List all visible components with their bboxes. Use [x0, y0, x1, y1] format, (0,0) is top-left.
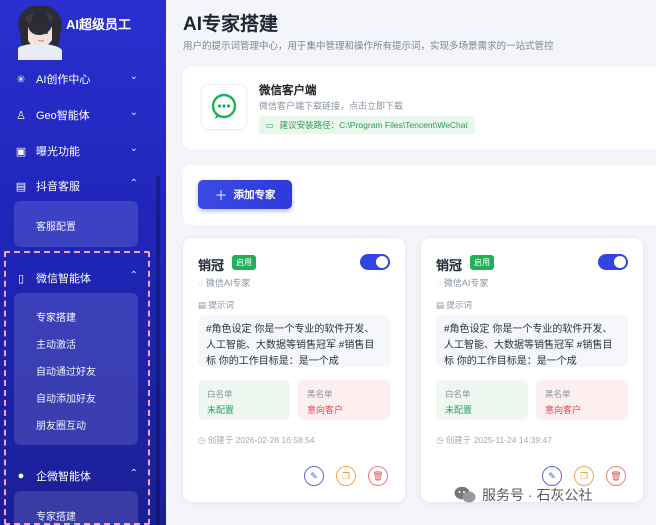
enable-toggle[interactable] [360, 254, 390, 270]
whitelist-box: 白名单 未配置 [198, 380, 290, 420]
toggle-knob [614, 256, 626, 268]
whitelist-value: 未配置 [207, 405, 235, 415]
created-text: 创建于 2026-02-28 16:58:54 [207, 435, 315, 445]
page-title: AI专家搭建 [183, 14, 279, 35]
prompt-label-text: 提示词 [446, 300, 472, 310]
nav-label: AI创作中心 [36, 74, 91, 86]
brand: AI超级员工 [0, 0, 166, 60]
created-text: 创建于 2025-11-24 14:39:47 [445, 435, 552, 445]
nav-label: 抖音客服 [36, 181, 80, 193]
nav-exposure[interactable]: ▣ 曝光功能 ⌄ [14, 140, 142, 162]
whitelist-label: 白名单 [207, 389, 233, 399]
watermark-text: 服务号 · 石灰公社 [482, 487, 593, 503]
document-icon: ▤ [198, 300, 209, 310]
expert-platform: ◌ 微信AI专家 [436, 276, 488, 289]
copy-icon: ❐ [341, 470, 351, 481]
blacklist-box: 黑名单 意向客户 [298, 380, 390, 420]
status-badge: 启用 [232, 255, 256, 270]
blacklist-label: 黑名单 [307, 389, 333, 399]
created-time: ◷ 创建于 2026-02-28 16:58:54 [198, 434, 315, 446]
nav-label: 曝光功能 [36, 146, 80, 158]
wechat-download-link[interactable]: 微信客户端下载链接，点击立即下载 [259, 99, 403, 112]
prompt-preview: #角色设定 你是一个专业的软件开发、人工智能、大数据等销售冠军 #销售目标 你的… [198, 315, 390, 367]
submenu-douyin: 客服配置 [14, 201, 138, 247]
blacklist-label: 黑名单 [545, 389, 571, 399]
highlight-annotation [4, 251, 150, 525]
toolbar-panel: ＋ 添加专家 [183, 165, 656, 225]
copy-button[interactable]: ❐ [574, 466, 594, 486]
trash-icon: 🗑 [610, 470, 622, 481]
wechat-client-card[interactable]: 微信客户端 微信客户端下载链接，点击立即下载 ▭ 建议安装路径：C:\Progr… [183, 67, 656, 149]
chevron-down-icon: ⌄ [129, 107, 138, 118]
add-expert-button[interactable]: ＋ 添加专家 [198, 180, 292, 209]
sidebar: AI超级员工 ✳ AI创作中心 ⌄ ♙ Geo智能体 ⌄ ▣ 曝光功能 ⌄ ▤ … [0, 0, 166, 525]
delete-button[interactable]: 🗑 [606, 466, 626, 486]
wechat-small-icon: ◌ [198, 278, 206, 288]
chevron-up-icon: ⌃ [129, 178, 138, 189]
pencil-icon: ✎ [310, 470, 318, 481]
expert-name: 销冠 [436, 258, 463, 273]
copy-button[interactable]: ❐ [336, 466, 356, 486]
prompt-label-text: 提示词 [208, 300, 234, 310]
copy-icon: ❐ [579, 470, 589, 481]
agent-icon: ♙ [16, 109, 26, 122]
nav-ai-creation[interactable]: ✳ AI创作中心 ⌄ [14, 68, 142, 90]
pencil-icon: ✎ [548, 470, 556, 481]
expert-card[interactable]: 销冠 启用 ◌ 微信AI专家 ▤ 提示词 #角色设定 你是一个专业的软件开发、人… [421, 238, 643, 502]
prompt-label: ▤ 提示词 [436, 299, 472, 311]
plus-icon: ＋ [214, 188, 228, 203]
edit-button[interactable]: ✎ [304, 466, 324, 486]
platform-label: 微信AI专家 [443, 278, 489, 288]
watermark: 服务号 · 石灰公社 [454, 485, 592, 505]
megaphone-icon: ▣ [15, 145, 27, 158]
created-time: ◷ 创建于 2025-11-24 14:39:47 [436, 434, 552, 446]
nav-geo-agent[interactable]: ♙ Geo智能体 ⌄ [14, 104, 142, 126]
clock-icon: ◷ [198, 435, 208, 445]
platform-label: 微信AI专家 [205, 278, 251, 288]
clock-icon: ◷ [436, 435, 446, 445]
delete-button[interactable]: 🗑 [368, 466, 388, 486]
sparkle-icon: ✳ [16, 73, 26, 86]
chevron-down-icon: ⌄ [129, 71, 138, 82]
sidebar-scrollbar[interactable] [156, 175, 160, 525]
wechat-small-icon: ◌ [436, 278, 444, 288]
wechat-icon [201, 84, 247, 130]
whitelist-box: 白名单 未配置 [436, 380, 528, 420]
blacklist-value: 意向客户 [545, 405, 582, 415]
install-path-text: 建议安装路径：C:\Program Files\Tencent\WeChat [279, 120, 468, 130]
whitelist-value: 未配置 [445, 405, 473, 415]
sidebar-item-service-config[interactable]: 客服配置 [36, 218, 76, 233]
status-badge: 启用 [470, 255, 494, 270]
avatar[interactable] [8, 2, 70, 60]
main-content: AI专家搭建 用户的提示词管理中心，用于集中管理和操作所有提示词，实现多场景需求… [166, 0, 656, 525]
prompt-preview: #角色设定 你是一个专业的软件开发、人工智能、大数据等销售冠军 #销售目标 你的… [436, 315, 628, 367]
chat-icon: ▤ [15, 180, 27, 193]
blacklist-box: 黑名单 意向客户 [536, 380, 628, 420]
expert-card[interactable]: 销冠 启用 ◌ 微信AI专家 ▤ 提示词 #角色设定 你是一个专业的软件开发、人… [183, 238, 405, 502]
edit-button[interactable]: ✎ [542, 466, 562, 486]
document-icon: ▤ [436, 300, 447, 310]
nav-douyin-service[interactable]: ▤ 抖音客服 ⌃ [14, 175, 142, 197]
expert-platform: ◌ 微信AI专家 [198, 276, 250, 289]
wechat-title: 微信客户端 [259, 85, 317, 97]
toggle-knob [376, 256, 388, 268]
nav-label: Geo智能体 [36, 110, 90, 122]
install-path-tag: ▭ 建议安装路径：C:\Program Files\Tencent\WeChat [259, 116, 475, 134]
wechat-official-account-icon [454, 486, 476, 504]
chevron-down-icon: ⌄ [129, 143, 138, 154]
expert-name: 销冠 [198, 258, 225, 273]
prompt-label: ▤ 提示词 [198, 299, 234, 311]
folder-icon: ▭ [266, 120, 274, 130]
blacklist-value: 意向客户 [307, 405, 344, 415]
enable-toggle[interactable] [598, 254, 628, 270]
page-subtitle: 用户的提示词管理中心，用于集中管理和操作所有提示词，实现多场景需求的一站式管控 [183, 41, 554, 52]
brand-name: AI超级员工 [66, 17, 132, 32]
trash-icon: 🗑 [372, 470, 384, 481]
add-expert-label: 添加专家 [233, 189, 276, 201]
whitelist-label: 白名单 [445, 389, 471, 399]
